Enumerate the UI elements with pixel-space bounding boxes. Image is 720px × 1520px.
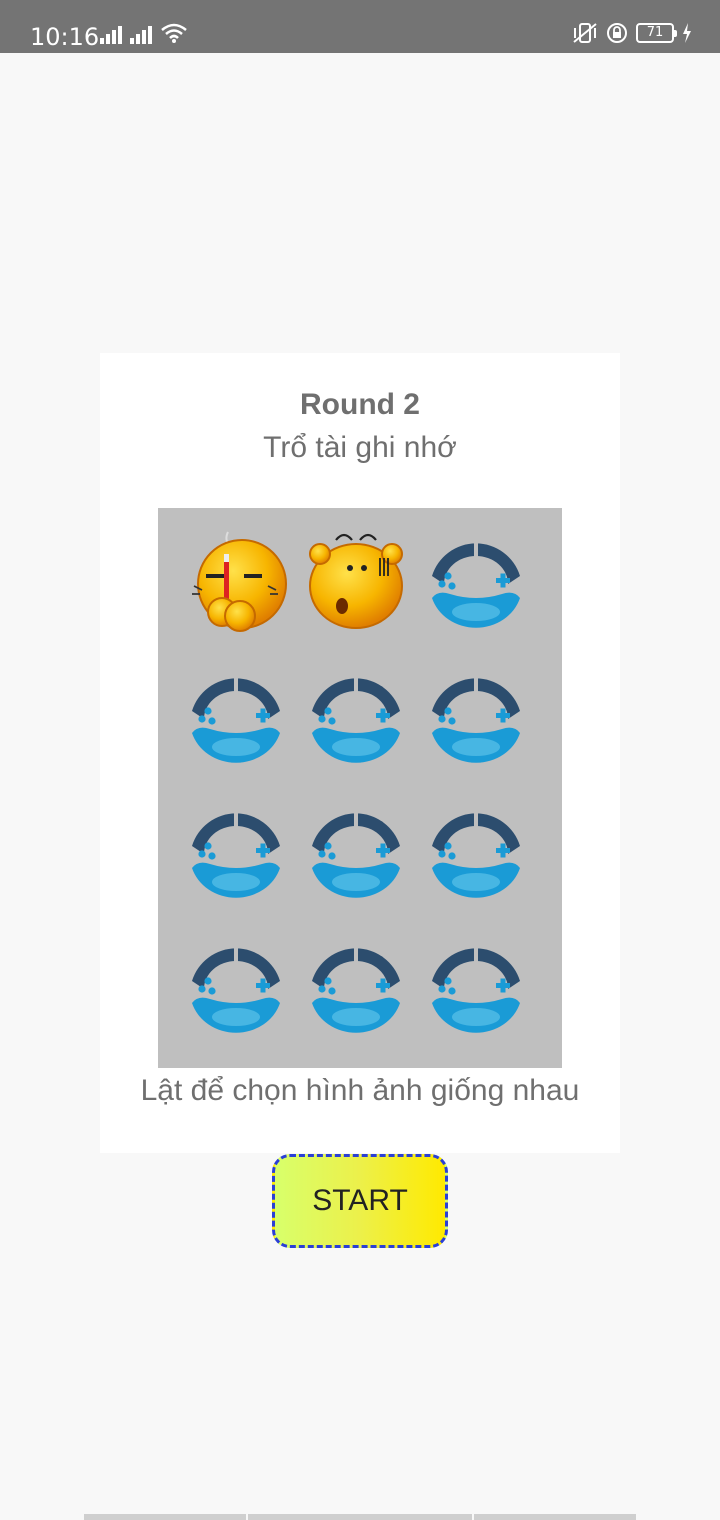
nav-bar-segment — [84, 1514, 246, 1520]
gamepad-icon — [180, 794, 292, 906]
gamepad-icon — [180, 929, 292, 1041]
memory-tile[interactable] — [300, 659, 412, 771]
memory-tile[interactable] — [180, 794, 292, 906]
status-icons-left — [100, 22, 188, 44]
status-bar: 10:16 71 — [0, 0, 720, 53]
gamepad-icon — [180, 659, 292, 771]
lock-rotation-icon — [607, 23, 627, 43]
memory-tile[interactable] — [300, 524, 412, 636]
surprised-emoji-icon — [300, 524, 412, 636]
memory-board — [158, 508, 562, 1068]
memory-tile[interactable] — [420, 524, 532, 636]
gamepad-icon — [420, 794, 532, 906]
memory-tile[interactable] — [180, 659, 292, 771]
nav-bar-segment — [248, 1514, 472, 1520]
memory-tile[interactable] — [420, 794, 532, 906]
gamepad-icon — [300, 929, 412, 1041]
wifi-icon — [161, 23, 187, 43]
start-button[interactable]: START — [272, 1154, 448, 1248]
instruction-hint: Lật để chọn hình ảnh giống nhau — [140, 1074, 580, 1107]
battery-icon: 71 — [636, 23, 677, 43]
memory-tile[interactable] — [300, 794, 412, 906]
status-time: 10:16 — [30, 23, 100, 51]
signal-icon — [130, 26, 152, 44]
signal-icon — [100, 26, 122, 44]
gamepad-icon — [420, 929, 532, 1041]
memory-tile[interactable] — [180, 929, 292, 1041]
status-icons-right: 71 — [572, 22, 692, 44]
gamepad-icon — [300, 659, 412, 771]
smoking-emoji-icon — [180, 524, 292, 636]
battery-level: 71 — [646, 25, 664, 40]
gamepad-icon — [420, 659, 532, 771]
gamepad-icon — [420, 524, 532, 636]
charging-icon — [683, 23, 691, 43]
memory-tile[interactable] — [420, 659, 532, 771]
memory-tile[interactable] — [420, 929, 532, 1041]
gamepad-icon — [300, 794, 412, 906]
nav-bar-segment — [474, 1514, 636, 1520]
memory-tile[interactable] — [300, 929, 412, 1041]
vibrate-icon — [573, 23, 597, 43]
round-subtitle: Trổ tài ghi nhớ — [263, 431, 457, 464]
round-title: Round 2 — [300, 388, 420, 421]
memory-tile[interactable] — [180, 524, 292, 636]
